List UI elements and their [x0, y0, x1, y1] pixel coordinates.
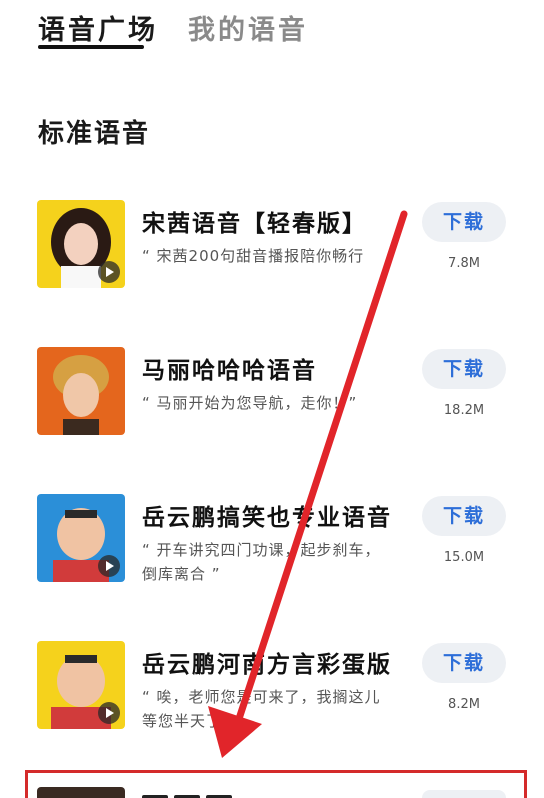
item-description: “ 唉，老师您是可来了，我搁这儿等您半天了 ” — [142, 688, 381, 730]
item-title: 马丽哈哈哈语音 — [142, 358, 317, 384]
item-title: 岳云鹏河南方言彩蛋版 — [142, 652, 392, 678]
list-item[interactable]: 宋茜语音【轻春版】 “ 宋茜200句甜音播报陪你畅行 下载 7.8M — [0, 200, 544, 340]
file-size: 18.2M — [443, 403, 485, 418]
file-size: 15.0M — [443, 550, 485, 565]
tab-bar: 语音广场 我的语音 — [0, 0, 544, 60]
tab-active-indicator — [38, 45, 144, 49]
avatar — [37, 641, 125, 729]
download-button[interactable]: 下载 — [422, 202, 506, 242]
list-item[interactable]: 岳云鹏搞笑也专业语音 “ 开车讲究四门功课，起步刹车，倒库离合 ” 下载 15.… — [0, 494, 544, 634]
avatar — [37, 347, 125, 435]
avatar — [37, 200, 125, 288]
avatar — [37, 494, 125, 582]
play-icon[interactable] — [98, 261, 120, 283]
highlight-box — [25, 770, 527, 798]
tab-my-voice[interactable]: 我的语音 — [188, 8, 308, 47]
file-size: 8.2M — [448, 697, 480, 712]
download-button[interactable]: 下载 — [422, 349, 506, 389]
section-title: 标准语音 — [38, 119, 151, 149]
list-item[interactable]: 岳云鹏河南方言彩蛋版 “ 唉，老师您是可来了，我搁这儿等您半天了 ” 下载 8.… — [0, 641, 544, 781]
list-item[interactable]: 马丽哈哈哈语音 “ 马丽开始为您导航，走你！” 下载 18.2M — [0, 347, 544, 487]
play-icon[interactable] — [98, 702, 120, 724]
item-title: 宋茜语音【轻春版】 — [142, 211, 367, 237]
item-title: 岳云鹏搞笑也专业语音 — [142, 505, 392, 531]
file-size: 7.8M — [448, 256, 480, 271]
download-button[interactable]: 下载 — [422, 643, 506, 683]
play-icon[interactable] — [98, 555, 120, 577]
item-description: “ 开车讲究四门功课，起步刹车，倒库离合 ” — [142, 541, 381, 583]
tab-voice-square[interactable]: 语音广场 — [38, 8, 158, 47]
download-button[interactable]: 下载 — [422, 496, 506, 536]
item-description: “ 宋茜200句甜音播报陪你畅行 — [142, 247, 365, 265]
item-description: “ 马丽开始为您导航，走你！” — [142, 394, 358, 412]
